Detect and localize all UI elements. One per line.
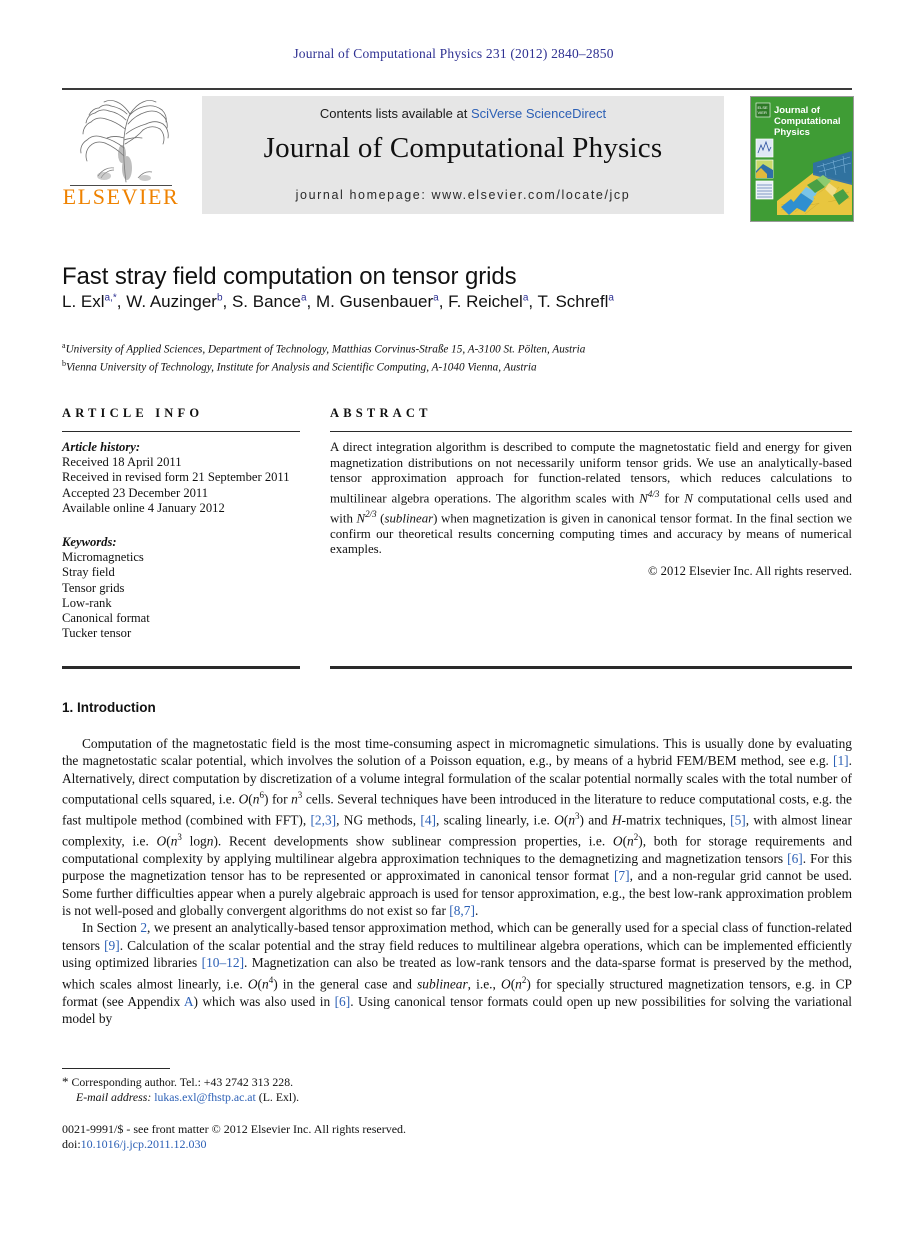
doi-line: doi:10.1016/j.jcp.2011.12.030 (62, 1137, 622, 1152)
history-item: Received 18 April 2011 (62, 455, 182, 470)
abstract-column: ABSTRACT A direct integration algorithm … (330, 406, 852, 579)
doi-link[interactable]: 10.1016/j.jcp.2011.12.030 (81, 1137, 207, 1151)
citation-link[interactable]: [8,7] (449, 903, 475, 918)
keyword-item: Stray field (62, 565, 115, 580)
article-history-label: Article history: (62, 440, 141, 454)
history-item: Received in revised form 21 September 20… (62, 470, 290, 485)
contents-available-line: Contents lists available at SciVerse Sci… (202, 106, 724, 121)
sciencedirect-link[interactable]: SciVerse ScienceDirect (471, 106, 606, 121)
author-name: F. Reichel (448, 292, 523, 311)
author-name: L. Exl (62, 292, 105, 311)
author-entry: F. Reichela (448, 292, 528, 311)
article-info-heading: ARTICLE INFO (62, 406, 204, 420)
history-item: Available online 4 January 2012 (62, 500, 225, 515)
affiliation-list: aUniversity of Applied Sciences, Departm… (62, 339, 852, 374)
author-entry: W. Auzingerb (126, 292, 222, 311)
doi-label: doi: (62, 1137, 81, 1151)
citation-link[interactable]: [9] (104, 938, 120, 953)
asterisk-icon: * (62, 1074, 69, 1089)
citation-link[interactable]: [6] (787, 851, 803, 866)
corresponding-author-text: Corresponding author. Tel.: +43 2742 313… (71, 1075, 294, 1089)
author-separator: , (222, 292, 232, 311)
author-name: T. Schrefl (537, 292, 609, 311)
affiliation-item: aUniversity of Applied Sciences, Departm… (62, 339, 852, 357)
author-separator: , (116, 292, 127, 311)
keyword-item: Tensor grids (62, 580, 125, 595)
email-label: E-mail address: (76, 1090, 152, 1104)
history-item: Accepted 23 December 2011 (62, 485, 209, 500)
citation-link[interactable]: [6] (335, 994, 351, 1009)
contents-prefix: Contents lists available at (319, 106, 471, 121)
paragraph: Computation of the magnetostatic field i… (62, 736, 853, 919)
author-entry: T. Schrefla (538, 292, 614, 311)
author-entry: L. Exla,* (62, 292, 117, 311)
keyword-item: Low-rank (62, 595, 112, 610)
citation-link[interactable]: [4] (420, 813, 436, 828)
elsevier-wordmark: ELSEVIER (62, 184, 180, 209)
journal-title: Journal of Computational Physics (263, 132, 663, 164)
imprint-block: 0021-9991/$ - see front matter © 2012 El… (62, 1122, 622, 1152)
abstract-rule (330, 431, 852, 432)
running-head: Journal of Computational Physics 231 (20… (293, 46, 614, 61)
article-history: Article history: Received 18 April 2011 … (62, 440, 300, 516)
elsevier-logo: ELSEVIER (62, 96, 180, 212)
author-name: S. Bance (231, 292, 301, 311)
author-separator: , (528, 292, 538, 311)
email-owner: (L. Exl). (258, 1090, 300, 1104)
keyword-item: Tucker tensor (62, 626, 132, 641)
citation-link[interactable]: [1] (833, 753, 849, 768)
issn-copyright-line: 0021-9991/$ - see front matter © 2012 El… (62, 1122, 407, 1136)
page-title: Fast stray field computation on tensor g… (62, 263, 517, 291)
keywords-block: Keywords: Micromagnetics Stray field Ten… (62, 535, 300, 641)
svg-text:Physics: Physics (774, 127, 810, 138)
affiliation-text: Vienna University of Technology, Institu… (66, 361, 537, 374)
body-content: Computation of the magnetostatic field i… (62, 735, 852, 1027)
author-affiliation-marker: a (608, 292, 614, 304)
footnote-divider (62, 1068, 170, 1069)
svg-text:Computational: Computational (774, 116, 841, 127)
citation-link[interactable]: [7] (614, 868, 630, 883)
affiliation-item: bVienna University of Technology, Instit… (62, 357, 852, 375)
author-name: W. Auzinger (126, 292, 217, 311)
keyword-item: Canonical format (62, 611, 150, 626)
section-link[interactable]: 2 (140, 920, 147, 935)
section-heading-introduction: 1. Introduction (62, 700, 156, 715)
svg-text:VIER: VIER (758, 110, 767, 115)
affiliation-text: University of Applied Sciences, Departme… (65, 343, 586, 356)
author-entry: M. Gusenbauera (316, 292, 439, 311)
abstract-text: A direct integration algorithm is descri… (330, 440, 853, 557)
corresponding-author-note: * Corresponding author. Tel.: +43 2742 31… (62, 1074, 482, 1090)
author-affiliation-marker: a,* (104, 292, 117, 304)
svg-text:Journal of: Journal of (774, 105, 821, 116)
keyword-item: Micromagnetics (62, 550, 144, 565)
contents-box: Contents lists available at SciVerse Sci… (202, 96, 724, 214)
abstract-copyright: © 2012 Elsevier Inc. All rights reserved… (647, 563, 852, 578)
masthead-top-rule (62, 88, 852, 90)
article-info-column: ARTICLE INFO Article history: Received 1… (62, 406, 300, 641)
footnote-block: * Corresponding author. Tel.: +43 2742 31… (62, 1074, 482, 1105)
author-separator: , (306, 292, 316, 311)
appendix-link[interactable]: A (184, 994, 194, 1009)
journal-masthead: ELSEVIER Contents lists available at Sci… (62, 88, 854, 222)
citation-link[interactable]: [5] (730, 813, 746, 828)
author-entry: S. Bancea (232, 292, 307, 311)
paragraph: In Section 2, we present an analytically… (62, 920, 852, 1026)
email-note: E-mail address: lukas.exl@fhstp.ac.at (L… (62, 1090, 482, 1105)
citation-link[interactable]: [2,3] (310, 813, 336, 828)
abstract-heading: ABSTRACT (330, 406, 432, 420)
keywords-label: Keywords: (62, 535, 117, 550)
article-info-bottom-rule (62, 666, 300, 669)
abstract-bottom-rule (330, 666, 852, 669)
elsevier-tree-icon (68, 96, 174, 184)
email-link[interactable]: lukas.exl@fhstp.ac.at (154, 1090, 256, 1104)
citation-link[interactable]: [10–12] (202, 955, 244, 970)
journal-cover-thumbnail: ELSE VIER Journal of Computational Physi… (750, 96, 854, 222)
author-separator: , (438, 292, 449, 311)
journal-homepage-link[interactable]: journal homepage: www.elsevier.com/locat… (202, 188, 724, 202)
paper-page: Journal of Computational Physics 231 (20… (0, 0, 907, 1238)
author-name: M. Gusenbauer (315, 292, 434, 311)
author-list: L. Exla,*, W. Auzingerb, S. Bancea, M. G… (62, 292, 852, 312)
article-info-rule (62, 431, 300, 432)
